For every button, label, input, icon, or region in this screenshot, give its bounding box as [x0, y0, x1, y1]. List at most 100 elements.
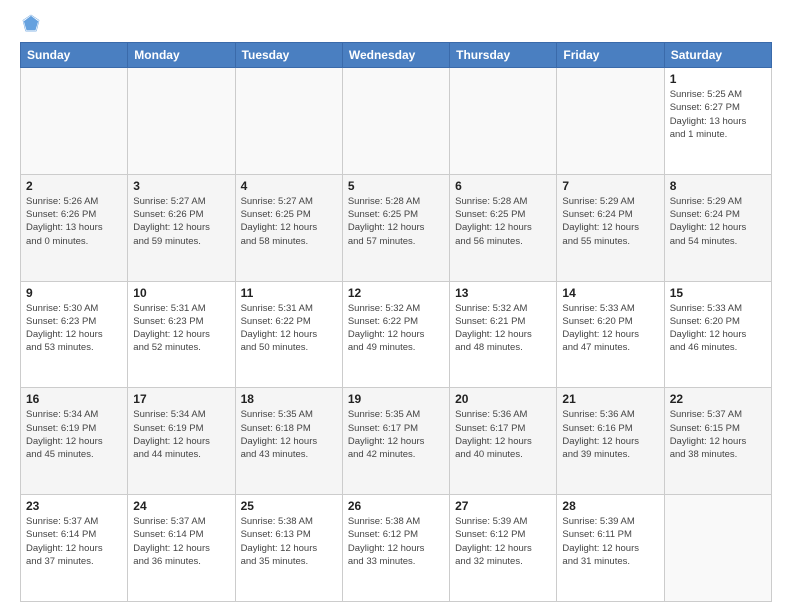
- day-info: Sunrise: 5:35 AM Sunset: 6:17 PM Dayligh…: [348, 408, 444, 461]
- calendar-cell: 11 Sunrise: 5:31 AM Sunset: 6:22 PM Dayli…: [235, 281, 342, 388]
- day-number: 25: [241, 499, 337, 513]
- calendar-cell: 18 Sunrise: 5:35 AM Sunset: 6:18 PM Dayli…: [235, 388, 342, 495]
- day-number: 11: [241, 286, 337, 300]
- day-info: Sunrise: 5:31 AM Sunset: 6:23 PM Dayligh…: [133, 302, 229, 355]
- calendar-cell: 19 Sunrise: 5:35 AM Sunset: 6:17 PM Dayli…: [342, 388, 449, 495]
- calendar-cell: 1 Sunrise: 5:25 AM Sunset: 6:27 PM Daylig…: [664, 68, 771, 175]
- day-info: Sunrise: 5:37 AM Sunset: 6:14 PM Dayligh…: [133, 515, 229, 568]
- calendar-cell: 10 Sunrise: 5:31 AM Sunset: 6:23 PM Dayli…: [128, 281, 235, 388]
- day-info: Sunrise: 5:37 AM Sunset: 6:14 PM Dayligh…: [26, 515, 122, 568]
- day-info: Sunrise: 5:33 AM Sunset: 6:20 PM Dayligh…: [562, 302, 658, 355]
- calendar-cell: 7 Sunrise: 5:29 AM Sunset: 6:24 PM Daylig…: [557, 174, 664, 281]
- calendar-cell: [342, 68, 449, 175]
- header: [20, 16, 772, 32]
- day-info: Sunrise: 5:32 AM Sunset: 6:21 PM Dayligh…: [455, 302, 551, 355]
- calendar-cell: 20Sunrise: 5:36 AM Sunset: 6:17 PM Dayli…: [450, 388, 557, 495]
- day-number: 18: [241, 392, 337, 406]
- logo-icon: [22, 14, 40, 32]
- day-number: 10: [133, 286, 229, 300]
- calendar-cell: 27 Sunrise: 5:39 AM Sunset: 6:12 PM Dayli…: [450, 495, 557, 602]
- day-number: 4: [241, 179, 337, 193]
- day-info: Sunrise: 5:34 AM Sunset: 6:19 PM Dayligh…: [133, 408, 229, 461]
- day-info: Sunrise: 5:34 AM Sunset: 6:19 PM Dayligh…: [26, 408, 122, 461]
- day-info: Sunrise: 5:38 AM Sunset: 6:12 PM Dayligh…: [348, 515, 444, 568]
- calendar-cell: 8 Sunrise: 5:29 AM Sunset: 6:24 PM Daylig…: [664, 174, 771, 281]
- day-number: 3: [133, 179, 229, 193]
- calendar-cell: [128, 68, 235, 175]
- day-info: Sunrise: 5:27 AM Sunset: 6:26 PM Dayligh…: [133, 195, 229, 248]
- day-number: 26: [348, 499, 444, 513]
- calendar-week-row: 2 Sunrise: 5:26 AM Sunset: 6:26 PM Daylig…: [21, 174, 772, 281]
- day-info: Sunrise: 5:32 AM Sunset: 6:22 PM Dayligh…: [348, 302, 444, 355]
- calendar-week-row: 23 Sunrise: 5:37 AM Sunset: 6:14 PM Dayli…: [21, 495, 772, 602]
- calendar-cell: [450, 68, 557, 175]
- calendar-cell: 26 Sunrise: 5:38 AM Sunset: 6:12 PM Dayli…: [342, 495, 449, 602]
- calendar-cell: 14 Sunrise: 5:33 AM Sunset: 6:20 PM Dayli…: [557, 281, 664, 388]
- day-number: 19: [348, 392, 444, 406]
- calendar-cell: 28Sunrise: 5:39 AM Sunset: 6:11 PM Dayli…: [557, 495, 664, 602]
- calendar-cell: 17Sunrise: 5:34 AM Sunset: 6:19 PM Dayli…: [128, 388, 235, 495]
- weekday-header-friday: Friday: [557, 43, 664, 68]
- logo: [20, 16, 40, 32]
- calendar-cell: 3 Sunrise: 5:27 AM Sunset: 6:26 PM Daylig…: [128, 174, 235, 281]
- day-number: 14: [562, 286, 658, 300]
- day-number: 8: [670, 179, 766, 193]
- weekday-header-thursday: Thursday: [450, 43, 557, 68]
- day-info: Sunrise: 5:26 AM Sunset: 6:26 PM Dayligh…: [26, 195, 122, 248]
- day-info: Sunrise: 5:31 AM Sunset: 6:22 PM Dayligh…: [241, 302, 337, 355]
- day-number: 7: [562, 179, 658, 193]
- calendar-cell: 15 Sunrise: 5:33 AM Sunset: 6:20 PM Dayli…: [664, 281, 771, 388]
- day-info: Sunrise: 5:25 AM Sunset: 6:27 PM Dayligh…: [670, 88, 766, 141]
- day-number: 5: [348, 179, 444, 193]
- calendar-cell: 9Sunrise: 5:30 AM Sunset: 6:23 PM Daylig…: [21, 281, 128, 388]
- calendar-week-row: 1 Sunrise: 5:25 AM Sunset: 6:27 PM Daylig…: [21, 68, 772, 175]
- day-info: Sunrise: 5:28 AM Sunset: 6:25 PM Dayligh…: [455, 195, 551, 248]
- calendar-week-row: 16 Sunrise: 5:34 AM Sunset: 6:19 PM Dayli…: [21, 388, 772, 495]
- day-info: Sunrise: 5:33 AM Sunset: 6:20 PM Dayligh…: [670, 302, 766, 355]
- calendar-cell: 5 Sunrise: 5:28 AM Sunset: 6:25 PM Daylig…: [342, 174, 449, 281]
- calendar-cell: 21 Sunrise: 5:36 AM Sunset: 6:16 PM Dayli…: [557, 388, 664, 495]
- day-number: 12: [348, 286, 444, 300]
- calendar-cell: 23 Sunrise: 5:37 AM Sunset: 6:14 PM Dayli…: [21, 495, 128, 602]
- day-info: Sunrise: 5:30 AM Sunset: 6:23 PM Dayligh…: [26, 302, 122, 355]
- day-number: 23: [26, 499, 122, 513]
- day-number: 1: [670, 72, 766, 86]
- day-info: Sunrise: 5:35 AM Sunset: 6:18 PM Dayligh…: [241, 408, 337, 461]
- day-info: Sunrise: 5:29 AM Sunset: 6:24 PM Dayligh…: [562, 195, 658, 248]
- day-number: 6: [455, 179, 551, 193]
- calendar-cell: [557, 68, 664, 175]
- weekday-header-monday: Monday: [128, 43, 235, 68]
- calendar-cell: 24Sunrise: 5:37 AM Sunset: 6:14 PM Dayli…: [128, 495, 235, 602]
- day-number: 15: [670, 286, 766, 300]
- day-number: 28: [562, 499, 658, 513]
- calendar-cell: 16 Sunrise: 5:34 AM Sunset: 6:19 PM Dayli…: [21, 388, 128, 495]
- day-number: 13: [455, 286, 551, 300]
- weekday-header-sunday: Sunday: [21, 43, 128, 68]
- weekday-header-row: SundayMondayTuesdayWednesdayThursdayFrid…: [21, 43, 772, 68]
- day-info: Sunrise: 5:36 AM Sunset: 6:17 PM Dayligh…: [455, 408, 551, 461]
- calendar-cell: [21, 68, 128, 175]
- day-number: 27: [455, 499, 551, 513]
- day-number: 21: [562, 392, 658, 406]
- calendar-cell: 25 Sunrise: 5:38 AM Sunset: 6:13 PM Dayli…: [235, 495, 342, 602]
- calendar-cell: 4 Sunrise: 5:27 AM Sunset: 6:25 PM Daylig…: [235, 174, 342, 281]
- calendar-cell: 12 Sunrise: 5:32 AM Sunset: 6:22 PM Dayli…: [342, 281, 449, 388]
- calendar-table: SundayMondayTuesdayWednesdayThursdayFrid…: [20, 42, 772, 602]
- calendar-cell: 2 Sunrise: 5:26 AM Sunset: 6:26 PM Daylig…: [21, 174, 128, 281]
- calendar-cell: [664, 495, 771, 602]
- day-info: Sunrise: 5:28 AM Sunset: 6:25 PM Dayligh…: [348, 195, 444, 248]
- calendar-cell: 22 Sunrise: 5:37 AM Sunset: 6:15 PM Dayli…: [664, 388, 771, 495]
- calendar-week-row: 9Sunrise: 5:30 AM Sunset: 6:23 PM Daylig…: [21, 281, 772, 388]
- weekday-header-tuesday: Tuesday: [235, 43, 342, 68]
- day-number: 22: [670, 392, 766, 406]
- day-info: Sunrise: 5:38 AM Sunset: 6:13 PM Dayligh…: [241, 515, 337, 568]
- weekday-header-wednesday: Wednesday: [342, 43, 449, 68]
- day-info: Sunrise: 5:37 AM Sunset: 6:15 PM Dayligh…: [670, 408, 766, 461]
- day-info: Sunrise: 5:36 AM Sunset: 6:16 PM Dayligh…: [562, 408, 658, 461]
- day-info: Sunrise: 5:29 AM Sunset: 6:24 PM Dayligh…: [670, 195, 766, 248]
- day-info: Sunrise: 5:39 AM Sunset: 6:12 PM Dayligh…: [455, 515, 551, 568]
- weekday-header-saturday: Saturday: [664, 43, 771, 68]
- day-info: Sunrise: 5:27 AM Sunset: 6:25 PM Dayligh…: [241, 195, 337, 248]
- day-number: 16: [26, 392, 122, 406]
- day-number: 2: [26, 179, 122, 193]
